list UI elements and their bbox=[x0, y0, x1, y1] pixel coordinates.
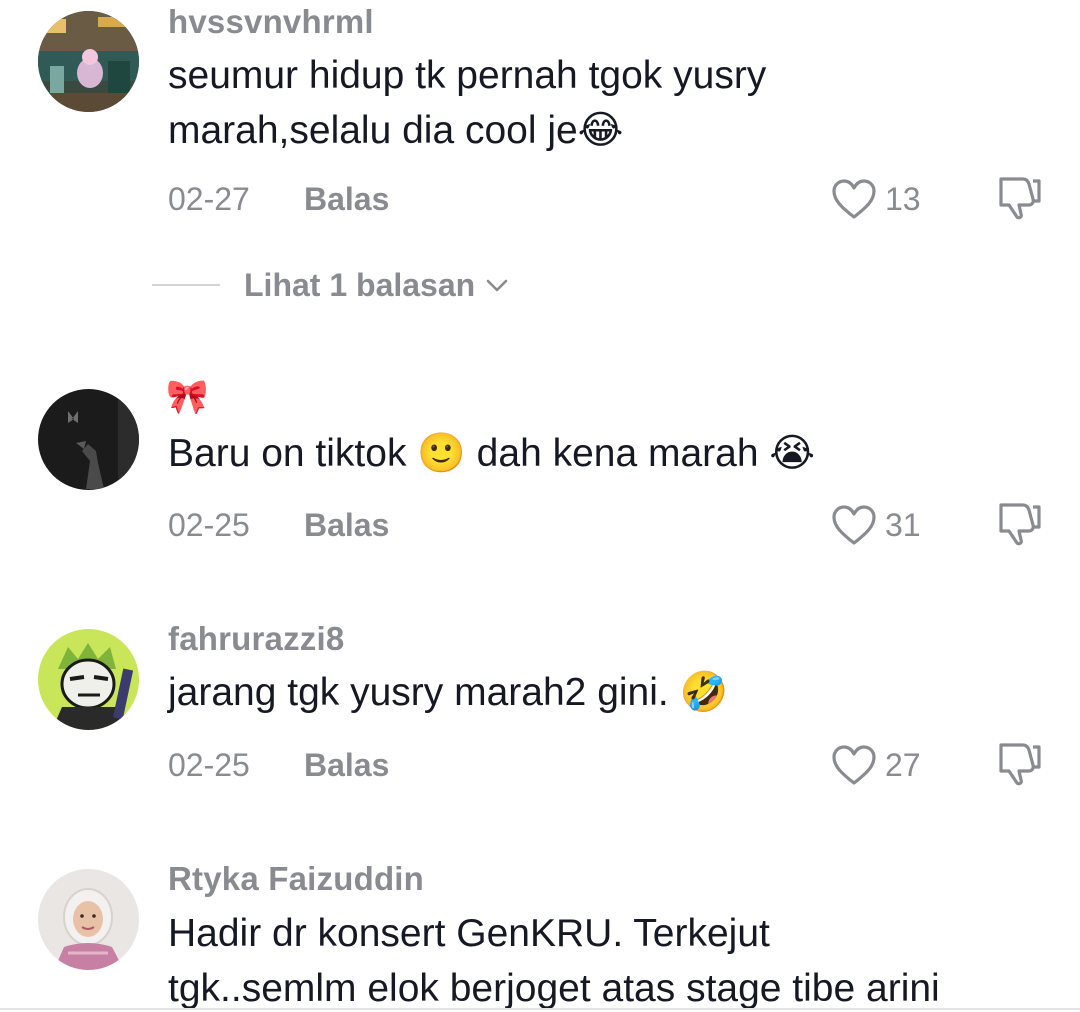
comment-text-line: Baru on tiktok 🙂 dah kena marah 😭 bbox=[168, 432, 815, 475]
dislike-button[interactable] bbox=[993, 171, 1045, 223]
like-count: 13 bbox=[885, 180, 921, 217]
divider bbox=[0, 1008, 1080, 1010]
comment-text: Hadir dr konsert GenKRU. Terkejut tgk..se… bbox=[168, 906, 1048, 1012]
comment-date: 02-25 bbox=[168, 747, 250, 783]
username[interactable]: Rtyka Faizuddin bbox=[168, 860, 424, 898]
thumbs-down-icon bbox=[999, 743, 1041, 786]
comment-meta: 02-25 Balas 31 bbox=[168, 503, 1048, 547]
comment-meta: 02-27 Balas 13 bbox=[168, 177, 1048, 221]
comment-text-line: seumur hidup tk pernah tgok yusry bbox=[168, 54, 767, 97]
avatar[interactable] bbox=[38, 629, 139, 730]
avatar[interactable] bbox=[38, 869, 139, 970]
username-emoji[interactable]: 🎀 bbox=[166, 378, 208, 416]
comment-date: 02-27 bbox=[168, 181, 250, 217]
dislike-button[interactable] bbox=[993, 737, 1045, 789]
comments-list: hvssvnvhrml seumur hidup tk pernah tgok … bbox=[0, 0, 1080, 1012]
heart-outline-icon bbox=[832, 745, 876, 785]
reply-button[interactable]: Balas bbox=[304, 507, 389, 544]
view-replies-label: Lihat 1 balasan bbox=[244, 266, 476, 303]
comment-text-line: jarang tgk yusry marah2 gini. 🤣 bbox=[168, 671, 729, 714]
view-replies-button[interactable]: Lihat 1 balasan bbox=[152, 265, 552, 305]
reply-button[interactable]: Balas bbox=[304, 181, 389, 218]
comment-text: Baru on tiktok 🙂 dah kena marah 😭 bbox=[168, 426, 1048, 481]
comment-text-line: marah,selalu dia cool je😂 bbox=[168, 109, 624, 152]
like-button[interactable]: 13 bbox=[831, 174, 921, 224]
chevron-down-icon bbox=[486, 279, 508, 292]
reply-button[interactable]: Balas bbox=[304, 747, 389, 784]
avatar[interactable] bbox=[38, 11, 139, 112]
comment-date: 02-25 bbox=[168, 507, 250, 543]
username[interactable]: fahrurazzi8 bbox=[168, 620, 344, 658]
comment-meta: 02-25 Balas 27 bbox=[168, 743, 1048, 787]
comment-text: seumur hidup tk pernah tgok yusry marah,s… bbox=[168, 48, 1048, 158]
comment-text: jarang tgk yusry marah2 gini. 🤣 bbox=[168, 665, 1048, 720]
thumbs-down-icon bbox=[999, 177, 1041, 220]
like-count: 27 bbox=[885, 746, 921, 783]
dislike-button[interactable] bbox=[993, 497, 1045, 549]
like-button[interactable]: 27 bbox=[831, 740, 921, 790]
comment-text-line: tgk..semlm elok berjoget atas stage tibe… bbox=[168, 967, 940, 1010]
avatar[interactable] bbox=[38, 389, 139, 490]
username[interactable]: hvssvnvhrml bbox=[168, 3, 374, 41]
like-button[interactable]: 31 bbox=[831, 500, 921, 550]
thumbs-down-icon bbox=[999, 503, 1041, 546]
heart-outline-icon bbox=[832, 505, 876, 545]
comment-text-line: Hadir dr konsert GenKRU. Terkejut bbox=[168, 912, 770, 955]
like-count: 31 bbox=[885, 506, 921, 543]
divider bbox=[152, 284, 220, 286]
heart-outline-icon bbox=[832, 179, 876, 219]
